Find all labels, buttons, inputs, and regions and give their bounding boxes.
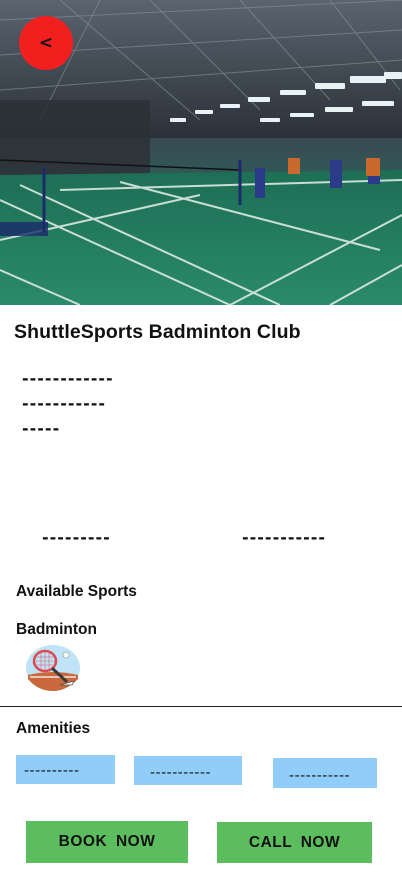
club-info-left: --------- (42, 528, 111, 547)
amenity-chip[interactable]: ----------- (134, 756, 242, 785)
badminton-racket-icon[interactable] (26, 645, 80, 691)
sport-name-badminton: Badminton (16, 621, 97, 638)
club-name: ShuttleSports Badminton Club (14, 321, 301, 343)
call-now-button[interactable]: CALL NOW (217, 822, 372, 863)
club-info-right: ----------- (242, 528, 327, 547)
description-line: ------------ (22, 369, 114, 388)
description-line: ----- (22, 419, 61, 438)
description-line: ----------- (22, 394, 107, 413)
club-description: ------------ ----------- ----- (22, 366, 114, 441)
amenity-chip[interactable]: ---------- (16, 755, 115, 784)
book-now-button[interactable]: BOOK NOW (26, 821, 188, 863)
chevron-left-icon: < (38, 33, 54, 53)
amenity-chip[interactable]: ----------- (273, 758, 377, 788)
amenities-heading: Amenities (16, 720, 91, 737)
available-sports-heading: Available Sports (16, 583, 137, 600)
section-divider (0, 706, 402, 707)
back-button[interactable]: < (19, 16, 73, 70)
